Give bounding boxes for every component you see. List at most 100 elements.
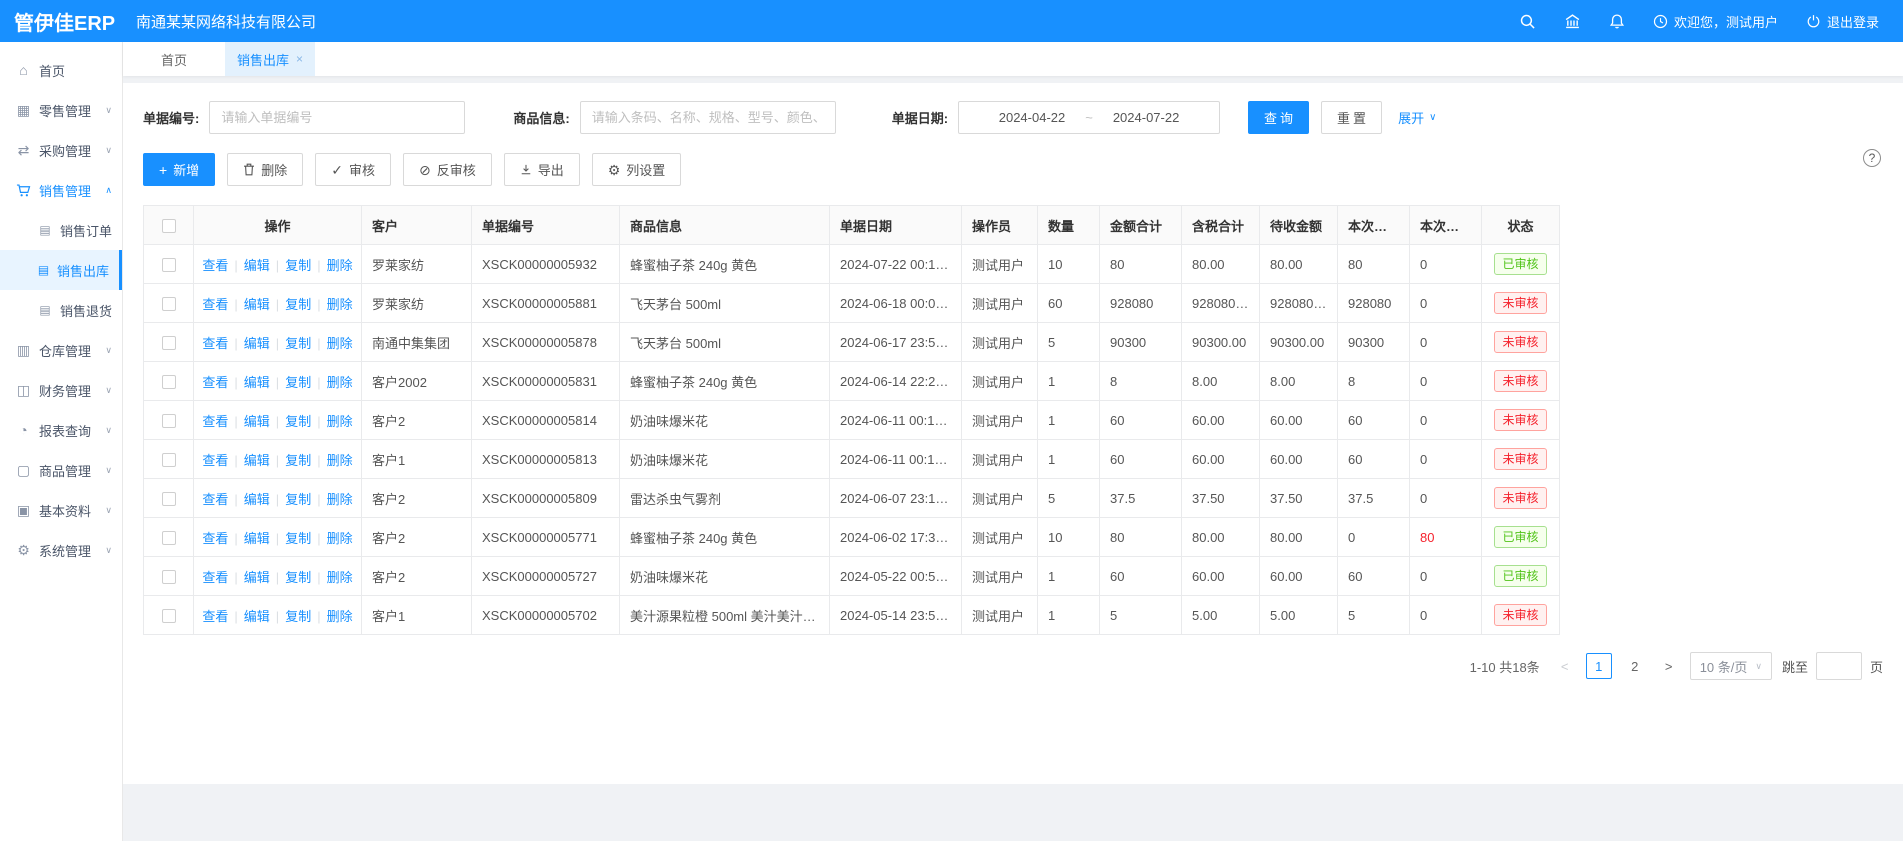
edit-link[interactable]: 编辑 [244,570,270,585]
view-link[interactable]: 查看 [202,336,228,351]
add-button[interactable]: + 新增 [143,153,215,186]
date-end[interactable]: 2024-07-22 [1113,110,1180,125]
sidebar-item-product[interactable]: ▢ 商品管理 ∨ [0,450,122,490]
delete-link[interactable]: 删除 [327,297,353,312]
date-range-picker[interactable]: 2024-04-22 ~ 2024-07-22 [958,101,1220,134]
delete-link[interactable]: 删除 [327,414,353,429]
sidebar-item-warehouse[interactable]: ▥ 仓库管理 ∨ [0,330,122,370]
sidebar-item-sales-return[interactable]: ▤ 销售退货 [0,290,122,330]
sidebar-item-sales-order[interactable]: ▤ 销售订单 [0,210,122,250]
view-link[interactable]: 查看 [202,570,228,585]
delete-link[interactable]: 删除 [327,336,353,351]
logout-link[interactable]: 退出登录 [1806,12,1879,31]
select-all-checkbox[interactable] [162,219,176,233]
row-checkbox[interactable] [162,531,176,545]
delete-link[interactable]: 删除 [327,375,353,390]
view-link[interactable]: 查看 [202,297,228,312]
chevron-down-icon: ∨ [105,105,112,116]
search-icon[interactable] [1519,13,1536,30]
row-checkbox[interactable] [162,414,176,428]
edit-link[interactable]: 编辑 [244,414,270,429]
expand-link[interactable]: 展开 ∨ [1398,108,1436,127]
sidebar-item-basic-data[interactable]: ▣ 基本资料 ∨ [0,490,122,530]
reset-button[interactable]: 重置 [1321,101,1382,134]
edit-link[interactable]: 编辑 [244,453,270,468]
copy-link[interactable]: 复制 [285,297,311,312]
edit-link[interactable]: 编辑 [244,492,270,507]
sidebar-item-system[interactable]: ⚙ 系统管理 ∨ [0,530,122,570]
bill-no-input[interactable] [209,101,465,134]
view-link[interactable]: 查看 [202,414,228,429]
product-info-input[interactable] [580,101,836,134]
export-button[interactable]: 导出 [504,153,580,186]
copy-link[interactable]: 复制 [285,492,311,507]
amount-cell: 5 [1100,596,1182,635]
owed-cell: 0 [1410,557,1482,596]
copy-link[interactable]: 复制 [285,609,311,624]
edit-link[interactable]: 编辑 [244,375,270,390]
sidebar-item-purchase[interactable]: ⇄ 采购管理 ∨ [0,130,122,170]
view-link[interactable]: 查看 [202,258,228,273]
row-checkbox[interactable] [162,297,176,311]
delete-link[interactable]: 删除 [327,492,353,507]
delete-link[interactable]: 删除 [327,453,353,468]
edit-link[interactable]: 编辑 [244,297,270,312]
sidebar-item-report[interactable]: ◔ 报表查询 ∨ [0,410,122,450]
row-checkbox[interactable] [162,609,176,623]
copy-link[interactable]: 复制 [285,453,311,468]
row-checkbox[interactable] [162,570,176,584]
copy-link[interactable]: 复制 [285,531,311,546]
help-icon[interactable]: ? [1863,149,1881,167]
bank-icon[interactable] [1564,13,1581,30]
date-start[interactable]: 2024-04-22 [999,110,1066,125]
close-icon[interactable]: × [296,52,303,66]
sidebar-item-sales[interactable]: 销售管理 ∧ [0,170,122,210]
copy-link[interactable]: 复制 [285,375,311,390]
welcome-user[interactable]: 欢迎您，测试用户 [1653,12,1778,31]
sidebar-item-sales-outbound[interactable]: ▤ 销售出库 [0,250,122,290]
view-link[interactable]: 查看 [202,375,228,390]
delete-link[interactable]: 删除 [327,570,353,585]
page-size-select[interactable]: 10 条/页 ∨ [1690,652,1772,680]
view-link[interactable]: 查看 [202,531,228,546]
tab-sales-outbound[interactable]: 销售出库 × [225,42,315,76]
row-checkbox[interactable] [162,336,176,350]
unaudit-button[interactable]: ⊘ 反审核 [403,153,492,186]
sidebar-item-retail[interactable]: ▦ 零售管理 ∨ [0,90,122,130]
copy-link[interactable]: 复制 [285,258,311,273]
table-body: 查看|编辑|复制|删除 罗莱家纺 XSCK00000005932 蜂蜜柚子茶 2… [144,245,1560,635]
date-cell: 2024-06-11 00:19:21 [830,401,962,440]
bell-icon[interactable] [1609,13,1625,30]
edit-link[interactable]: 编辑 [244,258,270,273]
copy-link[interactable]: 复制 [285,414,311,429]
row-checkbox[interactable] [162,375,176,389]
sidebar-item-home[interactable]: ⌂ 首页 [0,50,122,90]
view-link[interactable]: 查看 [202,453,228,468]
receivable-cell: 80.00 [1260,245,1338,284]
delete-button[interactable]: 删除 [227,153,303,186]
search-button[interactable]: 查询 [1248,101,1309,134]
page-2-button[interactable]: 2 [1622,653,1648,679]
sidebar-item-finance[interactable]: ◫ 财务管理 ∨ [0,370,122,410]
view-link[interactable]: 查看 [202,609,228,624]
edit-link[interactable]: 编辑 [244,609,270,624]
delete-link[interactable]: 删除 [327,609,353,624]
row-checkbox[interactable] [162,258,176,272]
tab-home[interactable]: 首页 [155,42,193,76]
prev-page-button[interactable]: < [1554,659,1576,674]
page-1-button[interactable]: 1 [1586,653,1612,679]
audit-button[interactable]: ✓ 审核 [315,153,391,186]
row-checkbox[interactable] [162,453,176,467]
row-checkbox[interactable] [162,492,176,506]
copy-link[interactable]: 复制 [285,336,311,351]
view-link[interactable]: 查看 [202,492,228,507]
edit-link[interactable]: 编辑 [244,336,270,351]
jump-page-input[interactable] [1816,652,1862,680]
edit-link[interactable]: 编辑 [244,531,270,546]
copy-link[interactable]: 复制 [285,570,311,585]
delete-link[interactable]: 删除 [327,258,353,273]
next-page-button[interactable]: > [1658,659,1680,674]
column-settings-button[interactable]: ⚙ 列设置 [592,153,682,186]
delete-link[interactable]: 删除 [327,531,353,546]
amount-cell: 8 [1100,362,1182,401]
